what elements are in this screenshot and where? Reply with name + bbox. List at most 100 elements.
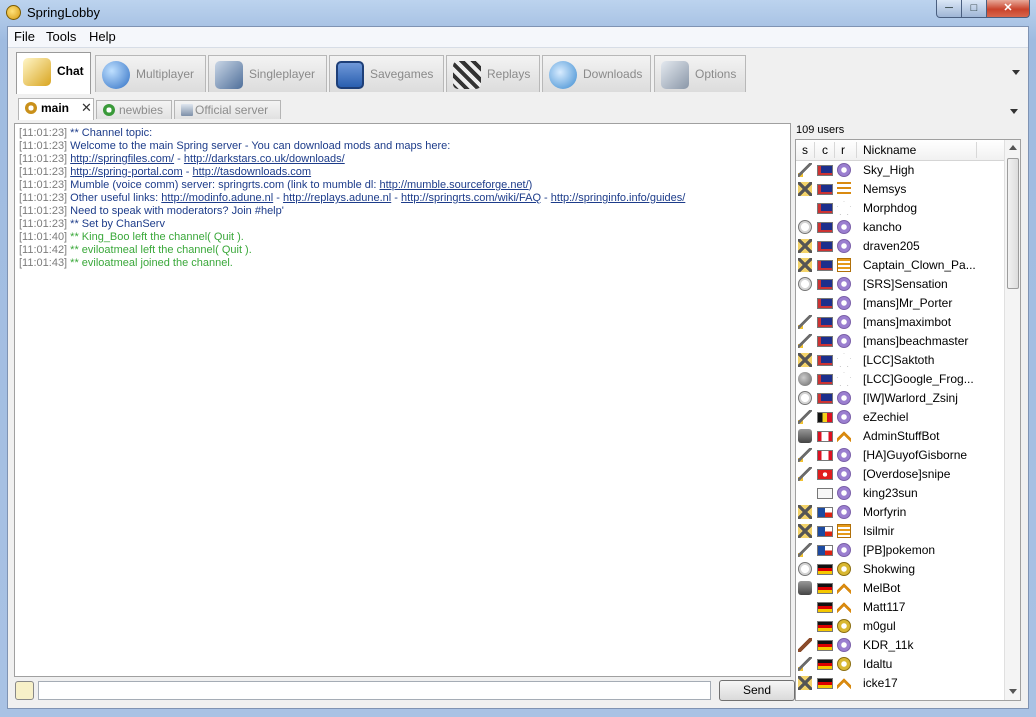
chat-link[interactable]: http://tasdownloads.com — [192, 166, 311, 178]
user-nickname: [HA]GuyofGisborne — [863, 448, 968, 462]
menu-tools[interactable]: Tools — [42, 29, 80, 44]
user-row[interactable]: [mans]beachmaster — [796, 332, 1004, 351]
user-row[interactable]: [Overdose]snipe — [796, 465, 1004, 484]
user-row[interactable]: Morfyrin — [796, 503, 1004, 522]
user-nickname: icke17 — [863, 676, 898, 690]
user-nickname: king23sun — [863, 486, 918, 500]
user-row[interactable]: Matt117 — [796, 598, 1004, 617]
chat-input[interactable] — [38, 681, 711, 700]
smiley-icon[interactable] — [15, 681, 34, 700]
chat-link[interactable]: http://darkstars.co.uk/downloads/ — [184, 153, 345, 165]
user-row[interactable]: draven205 — [796, 237, 1004, 256]
send-button[interactable]: Send — [719, 680, 795, 701]
window-title: SpringLobby — [27, 5, 100, 20]
robot-status-icon — [798, 581, 812, 595]
user-row[interactable]: [HA]GuyofGisborne — [796, 446, 1004, 465]
user-row[interactable]: [IW]Warlord_Zsinj — [796, 389, 1004, 408]
medal-rank-icon — [837, 391, 851, 405]
header-separator — [834, 142, 835, 158]
user-row[interactable]: Captain_Clown_Pa... — [796, 256, 1004, 275]
chat-timestamp: [11:01:23] — [19, 179, 68, 191]
chevron-rank-icon — [837, 600, 851, 614]
tab-singleplayer[interactable]: Singleplayer — [208, 55, 327, 92]
user-nickname: kancho — [863, 220, 902, 234]
tab-channel-newbies[interactable]: newbies — [96, 100, 172, 119]
tab-channel-main[interactable]: main ✕ — [18, 98, 94, 120]
tab-multiplayer[interactable]: Multiplayer — [95, 55, 206, 92]
user-row[interactable]: [LCC]Google_Frog... — [796, 370, 1004, 389]
user-row[interactable]: m0gul — [796, 617, 1004, 636]
blank-status-icon — [798, 201, 812, 215]
user-nickname: [mans]maximbot — [863, 315, 952, 329]
channel-icon — [103, 104, 115, 116]
chat-text: Mumble (voice comm) server: springrts.co… — [67, 179, 380, 191]
user-row[interactable]: icke17 — [796, 674, 1004, 693]
star-rank-icon — [837, 201, 851, 215]
tab-options[interactable]: Options — [654, 55, 746, 92]
header-rank[interactable]: r — [841, 143, 845, 157]
user-nickname: m0gul — [863, 619, 896, 633]
scroll-up-icon[interactable] — [1009, 145, 1017, 150]
application-window: SpringLobby ─ □ ✕ File Tools Help Chat M… — [0, 0, 1036, 717]
minimize-button[interactable]: ─ — [936, 0, 962, 18]
chat-line: [11:01:23] Need to speak with moderators… — [19, 205, 284, 218]
maximize-button[interactable]: □ — [961, 0, 987, 18]
title-bar[interactable]: SpringLobby ─ □ ✕ — [0, 0, 1036, 26]
flag-au-icon — [817, 298, 833, 309]
chat-link[interactable]: http://springfiles.com/ — [70, 153, 174, 165]
chat-tab-dropdown-icon[interactable] — [1010, 109, 1018, 114]
chat-link[interactable]: http://spring-portal.com — [70, 166, 183, 178]
chat-timestamp: [11:01:43] — [19, 257, 68, 269]
crossed-swords-status-icon — [798, 353, 812, 367]
user-row[interactable]: Nemsys — [796, 180, 1004, 199]
chat-link[interactable]: http://springrts.com/wiki/FAQ — [401, 192, 541, 204]
chat-tab-bar: main ✕ newbies Official server — [8, 98, 1028, 120]
header-status[interactable]: s — [802, 143, 808, 157]
user-list-scrollbar[interactable] — [1004, 140, 1020, 700]
user-row[interactable]: [PB]pokemon — [796, 541, 1004, 560]
scroll-thumb[interactable] — [1007, 158, 1019, 289]
menu-help[interactable]: Help — [85, 29, 120, 44]
user-row[interactable]: Isilmir — [796, 522, 1004, 541]
chat-line: [11:01:23] ** Set by ChanServ — [19, 218, 165, 231]
chat-text: Need to speak with moderators? Join #hel… — [67, 205, 284, 217]
user-nickname: Nemsys — [863, 182, 907, 196]
tab-chat[interactable]: Chat — [16, 52, 91, 94]
user-row[interactable]: [SRS]Sensation — [796, 275, 1004, 294]
flag-au-icon — [817, 260, 833, 271]
scroll-down-icon[interactable] — [1009, 689, 1017, 694]
tab-list-dropdown-icon[interactable] — [1012, 70, 1020, 75]
chat-link[interactable]: http://modinfo.adune.nl — [161, 192, 273, 204]
user-row[interactable]: Sky_High — [796, 161, 1004, 180]
chat-timestamp: [11:01:23] — [19, 153, 68, 165]
user-row[interactable]: Idaltu — [796, 655, 1004, 674]
chat-link[interactable]: http://springinfo.info/guides/ — [551, 192, 686, 204]
user-row[interactable]: AdminStuffBot — [796, 427, 1004, 446]
chat-link[interactable]: http://replays.adune.nl — [283, 192, 391, 204]
menu-file[interactable]: File — [10, 29, 39, 44]
user-row[interactable]: [LCC]Saktoth — [796, 351, 1004, 370]
tab-replays[interactable]: Replays — [446, 55, 540, 92]
tab-savegames[interactable]: Savegames — [329, 55, 444, 92]
user-row[interactable]: Shokwing — [796, 560, 1004, 579]
close-button[interactable]: ✕ — [986, 0, 1030, 18]
user-row[interactable]: [mans]Mr_Porter — [796, 294, 1004, 313]
user-row[interactable]: kancho — [796, 218, 1004, 237]
user-row[interactable]: MelBot — [796, 579, 1004, 598]
flag-de-icon — [817, 564, 833, 575]
header-nickname[interactable]: Nickname — [863, 143, 916, 157]
chat-link[interactable]: http://mumble.sourceforge.net/ — [379, 179, 528, 191]
user-row[interactable]: [mans]maximbot — [796, 313, 1004, 332]
chat-log[interactable]: [11:01:23] ** Channel topic: [11:01:23] W… — [14, 123, 791, 677]
user-row[interactable]: KDR_11k — [796, 636, 1004, 655]
user-row[interactable]: eZechiel — [796, 408, 1004, 427]
chat-line: [11:01:23] ** Channel topic: — [19, 127, 152, 140]
user-list[interactable]: s c r Nickname Sky_High Nemsys Morphdog kan… — [795, 139, 1021, 701]
tab-official-server[interactable]: Official server — [174, 100, 281, 119]
user-row[interactable]: Morphdog — [796, 199, 1004, 218]
flag-au-icon — [817, 355, 833, 366]
header-country[interactable]: c — [822, 143, 828, 157]
close-tab-icon[interactable]: ✕ — [81, 100, 92, 116]
tab-downloads[interactable]: Downloads — [542, 55, 651, 92]
user-row[interactable]: king23sun — [796, 484, 1004, 503]
